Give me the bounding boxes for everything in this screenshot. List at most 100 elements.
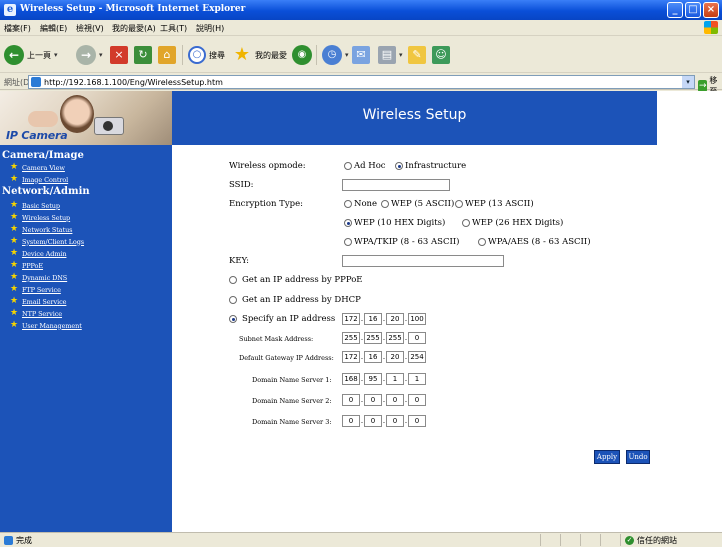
radio-label: Ad Hoc	[354, 161, 386, 171]
status-panel	[580, 534, 581, 546]
menu-edit[interactable]: 編輯(E)	[40, 23, 67, 34]
maximize-button[interactable]: □	[685, 2, 701, 18]
gateway-octet-4[interactable]: 254	[408, 351, 426, 363]
history-button[interactable]: ◷ ▾	[322, 45, 349, 65]
dns1-octet-1[interactable]: 168	[342, 373, 360, 385]
menu-tools[interactable]: 工具(T)	[160, 23, 187, 34]
sidebar-item-dynamic-dns[interactable]: ★ Dynamic DNS	[10, 273, 67, 282]
star-icon: ★	[10, 308, 19, 318]
subnet-octet-2[interactable]: 255	[364, 332, 382, 344]
menu-help[interactable]: 說明(H)	[196, 23, 224, 34]
media-button[interactable]: ◉	[292, 45, 312, 65]
gateway-label: Default Gateway IP Address:	[239, 354, 334, 362]
ip-octet-2[interactable]: 16	[364, 313, 382, 325]
dns2-octet-3[interactable]: 0	[386, 394, 404, 406]
dns3-octet-4[interactable]: 0	[408, 415, 426, 427]
key-input[interactable]	[342, 255, 504, 267]
address-dropdown-icon[interactable]: ▾	[682, 76, 694, 88]
print-button[interactable]: ▤ ▾	[378, 45, 403, 65]
apply-button[interactable]: Apply	[594, 450, 620, 464]
menu-file[interactable]: 檔案(F)	[4, 23, 31, 34]
gateway-octet-3[interactable]: 20	[386, 351, 404, 363]
sidebar-item-label: PPPoE	[22, 261, 44, 270]
enc-none-radio[interactable]: None	[344, 199, 377, 209]
enc-wep26hex-radio[interactable]: WEP (26 HEX Digits)	[462, 218, 563, 228]
ip-octet-3[interactable]: 20	[386, 313, 404, 325]
sidebar-item-network-status[interactable]: ★ Network Status	[10, 225, 73, 234]
opmode-adhoc-radio[interactable]: Ad Hoc	[344, 161, 386, 171]
dns3-octet-2[interactable]: 0	[364, 415, 382, 427]
ip-dhcp-radio[interactable]: Get an IP address by DHCP	[229, 295, 361, 305]
sidebar-item-system-logs[interactable]: ★ System/Client Logs	[10, 237, 84, 246]
sidebar-item-ntp-service[interactable]: ★ NTP Service	[10, 309, 62, 318]
dns2-octet-4[interactable]: 0	[408, 394, 426, 406]
dns1-label: Domain Name Server 1:	[252, 376, 332, 384]
dns2-octet-1[interactable]: 0	[342, 394, 360, 406]
sidebar-item-user-management[interactable]: ★ User Management	[10, 321, 82, 330]
subnet-octet-4[interactable]: 0	[408, 332, 426, 344]
menu-bar: 檔案(F) 編輯(E) 檢視(V) 我的最愛(A) 工具(T) 說明(H)	[0, 20, 722, 36]
window-title-bar[interactable]: e Wireless Setup - Microsoft Internet Ex…	[0, 0, 722, 20]
sidebar: Camera/Image ★ Camera View ★ Image Control…	[0, 145, 172, 532]
windows-logo-icon	[704, 21, 718, 34]
edit-icon: ✎	[408, 46, 426, 64]
sidebar-item-label: Email Service	[22, 297, 67, 306]
ip-octet-4[interactable]: 100	[408, 313, 426, 325]
menu-view[interactable]: 檢視(V)	[76, 23, 104, 34]
subnet-octet-1[interactable]: 255	[342, 332, 360, 344]
home-button[interactable]: ⌂	[158, 45, 176, 65]
stop-button[interactable]: ×	[110, 45, 128, 65]
search-label: 搜尋	[209, 50, 225, 60]
favorites-label: 我的最愛	[255, 50, 287, 60]
enc-wep13-radio[interactable]: WEP (13 ASCII)	[455, 199, 534, 209]
ip-octet-1[interactable]: 172	[342, 313, 360, 325]
forward-button[interactable]: → ▾	[76, 45, 103, 65]
close-button[interactable]: ×	[703, 2, 719, 18]
dns1-octet-2[interactable]: 95	[364, 373, 382, 385]
sidebar-item-image-control[interactable]: ★ Image Control	[10, 175, 68, 184]
mail-button[interactable]: ✉	[352, 45, 370, 65]
page-content: IP Camera Wireless Setup Camera/Image ★ C…	[0, 91, 722, 532]
forward-dropdown-icon[interactable]: ▾	[99, 51, 103, 59]
enc-wep10hex-radio[interactable]: WEP (10 HEX Digits)	[344, 218, 445, 228]
address-input[interactable]: http://192.168.1.100/Eng/WirelessSetup.h…	[28, 75, 695, 89]
sidebar-item-basic-setup[interactable]: ★ Basic Setup	[10, 201, 60, 210]
ip-static-radio[interactable]: Specify an IP address	[229, 314, 335, 324]
favorites-button[interactable]: ★ 我的最愛	[232, 45, 287, 65]
sidebar-item-email-service[interactable]: ★ Email Service	[10, 297, 66, 306]
back-button[interactable]: ← 上一頁 ▾	[4, 45, 58, 65]
header-band: Wireless Setup	[172, 91, 657, 145]
dns3-octet-1[interactable]: 0	[342, 415, 360, 427]
enc-wpa-aes-radio[interactable]: WPA/AES (8 - 63 ASCII)	[478, 237, 591, 247]
gateway-octet-1[interactable]: 172	[342, 351, 360, 363]
dns2-octet-2[interactable]: 0	[364, 394, 382, 406]
sidebar-item-wireless-setup[interactable]: ★ Wireless Setup	[10, 213, 70, 222]
sidebar-item-label: Dynamic DNS	[22, 273, 68, 282]
edit-button[interactable]: ✎	[408, 45, 426, 65]
search-button[interactable]: ○ 搜尋	[188, 45, 225, 65]
gateway-octet-2[interactable]: 16	[364, 351, 382, 363]
ip-pppoe-radio[interactable]: Get an IP address by PPPoE	[229, 275, 363, 285]
subnet-octet-3[interactable]: 255	[386, 332, 404, 344]
print-dropdown-icon[interactable]: ▾	[399, 51, 403, 59]
dns3-octet-3[interactable]: 0	[386, 415, 404, 427]
sidebar-item-device-admin[interactable]: ★ Device Admin	[10, 249, 67, 258]
dns1-octet-4[interactable]: 1	[408, 373, 426, 385]
dns1-octet-3[interactable]: 1	[386, 373, 404, 385]
enc-wpa-tkip-radio[interactable]: WPA/TKIP (8 - 63 ASCII)	[344, 237, 460, 247]
undo-button[interactable]: Undo	[626, 450, 650, 464]
sidebar-item-pppoe[interactable]: ★ PPPoE	[10, 261, 43, 270]
radio-label: WEP (26 HEX Digits)	[472, 218, 564, 228]
back-dropdown-icon[interactable]: ▾	[54, 51, 58, 59]
menu-favorites[interactable]: 我的最愛(A)	[112, 23, 156, 34]
messenger-button[interactable]: ☺	[432, 45, 450, 65]
enc-wep5-radio[interactable]: WEP (5 ASCII)	[381, 199, 454, 209]
sidebar-item-label: Network Status	[22, 225, 73, 234]
refresh-button[interactable]: ↻	[134, 45, 152, 65]
sidebar-item-camera-view[interactable]: ★ Camera View	[10, 163, 65, 172]
ssid-input[interactable]	[342, 179, 450, 191]
sidebar-item-ftp-service[interactable]: ★ FTP Service	[10, 285, 61, 294]
history-dropdown-icon[interactable]: ▾	[345, 51, 349, 59]
opmode-infrastructure-radio[interactable]: Infrastructure	[395, 161, 466, 171]
minimize-button[interactable]: _	[667, 2, 683, 18]
